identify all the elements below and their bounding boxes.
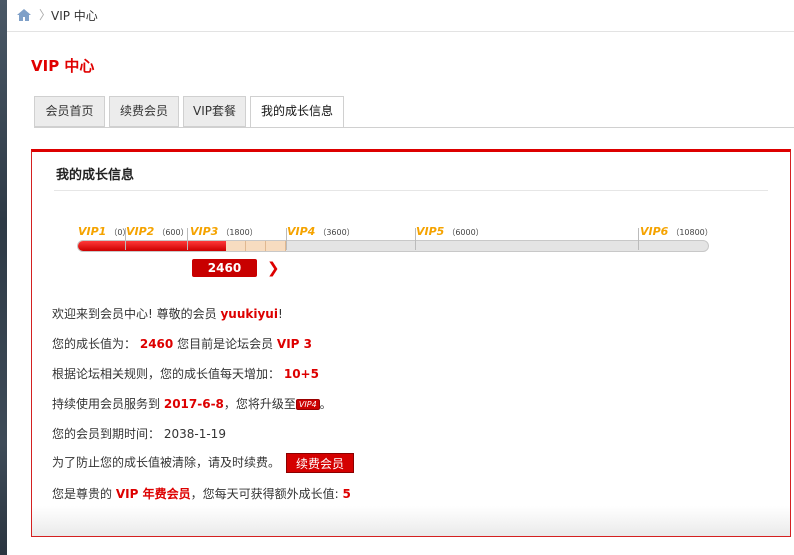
chevron-right-icon: 〉 <box>39 8 52 22</box>
expiry-date: 2038-1-19 <box>163 427 226 441</box>
level-progress-bar <box>77 240 709 252</box>
vip4-badge-icon: VIP4 <box>295 399 320 410</box>
current-growth-badge: 2460 <box>192 259 257 277</box>
upgrade-line: 持续使用会员服务到 2017-6-8，您将升级至 VIP4。 <box>52 397 332 411</box>
window-edge <box>0 0 7 555</box>
welcome-line: 欢迎来到会员中心! 尊敬的会员 yuukiyui! <box>52 307 283 321</box>
tabs-divider <box>34 127 794 128</box>
expiry-line: 您的会员到期时间： 2038-1-19 <box>52 427 226 441</box>
progress-fill <box>78 241 226 251</box>
growth-value-line: 您的成长值为： 2460 您目前是论坛会员 VIP 3 <box>52 337 312 351</box>
current-level: VIP 3 <box>276 337 312 351</box>
divider <box>54 190 768 191</box>
reminder-line: 为了防止您的成长值被清除，请及时续费。 续费会员 <box>52 453 355 473</box>
home-icon[interactable] <box>16 7 32 23</box>
level-marker-vip3: VIP3 （1800） <box>190 225 258 238</box>
page-title: VIP 中心 <box>31 57 95 75</box>
tab-my-growth[interactable]: 我的成长信息 <box>250 96 344 128</box>
breadcrumb: 〉 VIP 中心 <box>7 0 794 32</box>
annual-member-line: 您是尊贵的 VIP 年费会员，您每天可获得额外成长值: 5 <box>52 487 351 501</box>
upgrade-date: 2017-6-8 <box>163 397 224 411</box>
username: yuukiyui <box>220 307 278 321</box>
tab-vip-packages[interactable]: VIP套餐 <box>183 96 246 127</box>
member-type: VIP 年费会员 <box>115 487 191 501</box>
tab-member-home[interactable]: 会员首页 <box>34 96 105 127</box>
level-marker-vip2: VIP2 （600） <box>126 225 189 238</box>
renew-membership-button[interactable]: 续费会员 <box>286 453 355 473</box>
growth-panel: 我的成长信息 VIP1 （0） VIP2 （600） VIP3 （1800） VIP4… <box>31 149 791 537</box>
panel-title: 我的成长信息 <box>56 168 135 183</box>
breadcrumb-current[interactable]: VIP 中心 <box>51 7 98 24</box>
level-marker-vip1: VIP1 （0） <box>78 225 131 238</box>
chevron-right-icon: ❯ <box>267 259 280 277</box>
level-marker-vip6: VIP6 （10800） <box>640 225 713 238</box>
level-marker-vip4: VIP4 （3600） <box>287 225 355 238</box>
growth-value: 2460 <box>139 337 174 351</box>
daily-growth-value: 10+5 <box>283 367 319 381</box>
tab-renew-membership[interactable]: 续费会员 <box>109 96 179 127</box>
daily-growth-line: 根据论坛相关规则，您的成长值每天增加： 10+5 <box>52 367 319 381</box>
level-marker-vip5: VIP5 （6000） <box>416 225 484 238</box>
extra-growth-value: 5 <box>342 487 351 501</box>
